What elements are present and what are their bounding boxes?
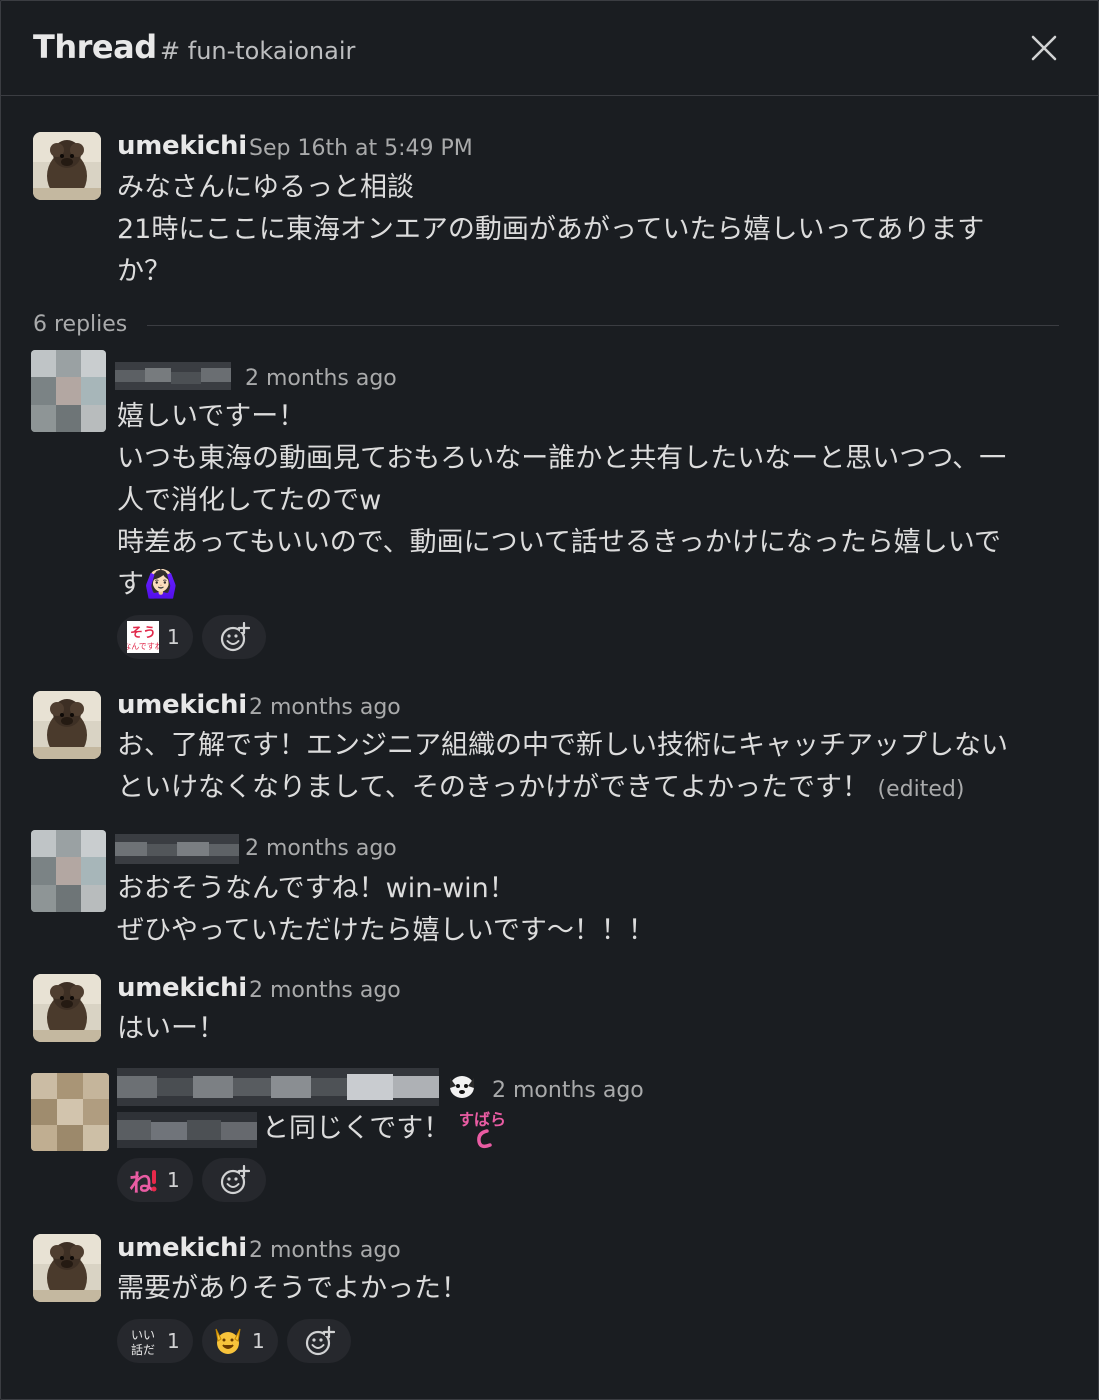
add-reaction-button[interactable]: [287, 1319, 351, 1363]
add-reaction-icon: [220, 1165, 250, 1195]
blurred-author-name: [115, 362, 231, 390]
close-button[interactable]: [1022, 26, 1066, 70]
add-reaction-button[interactable]: [202, 615, 266, 659]
message-text: おおそうなんですね！win-win！ ぜひやっていただけたら嬉しいです〜！！！: [117, 873, 655, 946]
reaction-count: 1: [167, 625, 180, 649]
divider-line: [147, 325, 1059, 326]
timestamp[interactable]: 2 months ago: [249, 695, 401, 720]
reaction-count: 1: [167, 1168, 180, 1192]
timestamp[interactable]: 2 months ago: [492, 1078, 644, 1103]
add-reaction-icon: [220, 622, 250, 652]
blurred-mention: [117, 1112, 257, 1148]
avatar[interactable]: [33, 974, 101, 1042]
avatar[interactable]: [31, 350, 106, 432]
raised-hands-icon: [215, 1328, 241, 1354]
reaction-pill[interactable]: ね 1: [117, 1158, 193, 1202]
message-text: はいー！: [117, 1013, 225, 1044]
avatar[interactable]: [31, 830, 106, 912]
reactions-bar: ね 1: [117, 1158, 277, 1202]
blurred-author-name: [117, 1068, 439, 1106]
author-name[interactable]: umekichi: [117, 131, 247, 161]
ne-stamp-icon: ね: [129, 1169, 157, 1196]
add-reaction-button[interactable]: [202, 1158, 266, 1202]
svg-text:すばら: すばら: [460, 1110, 506, 1129]
timestamp[interactable]: Sep 16th at 5:49 PM: [249, 136, 473, 161]
reaction-pill[interactable]: いい 話だ 1: [117, 1319, 193, 1363]
timestamp[interactable]: 2 months ago: [249, 978, 401, 1003]
message-text: 需要がありそうでよかった！: [117, 1273, 468, 1304]
author-name[interactable]: umekichi: [117, 1233, 247, 1263]
channel-link[interactable]: # fun-tokaionair: [160, 37, 355, 65]
add-reaction-icon: [305, 1326, 335, 1356]
svg-text:いい: いい: [131, 1328, 155, 1342]
timestamp[interactable]: 2 months ago: [249, 1238, 401, 1263]
replies-count: 6 replies: [33, 312, 128, 337]
sou-stamp-icon: そう なんですね: [127, 621, 159, 653]
avatar[interactable]: [33, 132, 101, 200]
blurred-author-name: [115, 834, 239, 864]
timestamp[interactable]: 2 months ago: [245, 366, 397, 391]
reaction-pill[interactable]: そう なんですね 1: [117, 615, 193, 659]
reactions-bar: そう なんですね 1: [117, 615, 277, 659]
message-text: と同じくです！: [262, 1113, 451, 1144]
author-name[interactable]: umekichi: [117, 690, 247, 720]
message-text: 嬉しいですー！ いつも東海の動画見ておもろいなー誰かと共有したいなーと思いつつ、…: [117, 401, 1007, 600]
message-text: みなさんにゆるっと相談 21時にここに東海オンエアの動画があがっていたら嬉しいっ…: [117, 172, 985, 287]
avatar[interactable]: [33, 1234, 101, 1302]
thread-title: Thread: [33, 28, 157, 66]
svg-text:話だ: 話だ: [131, 1342, 155, 1357]
message-text: お、了解です！エンジニア組織の中で新しい技術にキャッチアップしない といけなくな…: [117, 730, 1008, 803]
reaction-count: 1: [252, 1329, 265, 1353]
author-name[interactable]: umekichi: [117, 973, 247, 1003]
close-icon: [1031, 35, 1057, 61]
dog-emoji-icon: [450, 1076, 474, 1098]
svg-text:なんですね: なんですね: [127, 642, 159, 651]
reaction-count: 1: [167, 1329, 180, 1353]
timestamp[interactable]: 2 months ago: [245, 836, 397, 861]
iihanashi-stamp-icon: いい 話だ: [131, 1328, 155, 1357]
reactions-bar: いい 話だ 1 1: [117, 1319, 357, 1363]
svg-text:ね: ね: [129, 1169, 153, 1196]
svg-text:そう: そう: [130, 626, 156, 641]
replies-divider: 6 replies: [33, 312, 1059, 342]
thread-header: Thread # fun-tokaionair: [0, 0, 1099, 96]
avatar[interactable]: [31, 1073, 109, 1151]
subarashii-stamp-icon: すばら: [458, 1105, 506, 1151]
avatar[interactable]: [33, 691, 101, 759]
reaction-pill[interactable]: 1: [202, 1319, 278, 1363]
edited-label: (edited): [877, 777, 965, 802]
